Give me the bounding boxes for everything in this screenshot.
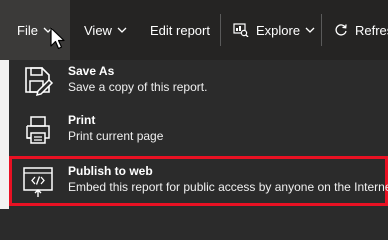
report-canvas-edge — [0, 60, 9, 209]
menu-item-title: Save As — [68, 64, 115, 78]
menu-item-description: Save a copy of this report. — [68, 80, 208, 94]
view-label: View — [84, 22, 112, 38]
toolbar-divider — [321, 14, 322, 46]
publish-web-icon — [21, 164, 55, 198]
refresh-icon — [334, 23, 348, 37]
explore-icon — [233, 23, 249, 37]
edit-report-label: Edit report — [150, 22, 210, 38]
menu-item-print[interactable]: Print Print current page — [9, 109, 388, 155]
edit-report-button[interactable]: Edit report — [150, 0, 210, 60]
chevron-down-icon — [117, 27, 127, 33]
printer-icon — [21, 113, 55, 147]
menu-item-description: Print current page — [68, 129, 164, 143]
chevron-down-icon — [305, 27, 315, 33]
refresh-label: Refresh — [355, 22, 388, 38]
mouse-pointer-icon — [50, 27, 66, 56]
menu-item-save-as[interactable]: Save As Save a copy of this report. — [9, 60, 388, 106]
explore-label: Explore — [256, 22, 301, 38]
menu-item-description: Embed this report for public access by a… — [68, 180, 388, 194]
refresh-button[interactable]: Refresh — [334, 0, 388, 60]
view-menu-button[interactable]: View — [84, 0, 127, 60]
menu-item-title: Publish to web — [68, 164, 153, 178]
menu-item-publish-to-web[interactable]: Publish to web Embed this report for pub… — [9, 156, 388, 206]
file-dropdown-menu: Save As Save a copy of this report. Prin… — [9, 60, 388, 209]
toolbar-divider — [220, 14, 221, 46]
explore-menu-button[interactable]: Explore — [233, 0, 315, 60]
save-icon — [21, 64, 55, 98]
file-label: File — [17, 22, 38, 38]
menu-item-title: Print — [68, 113, 96, 127]
